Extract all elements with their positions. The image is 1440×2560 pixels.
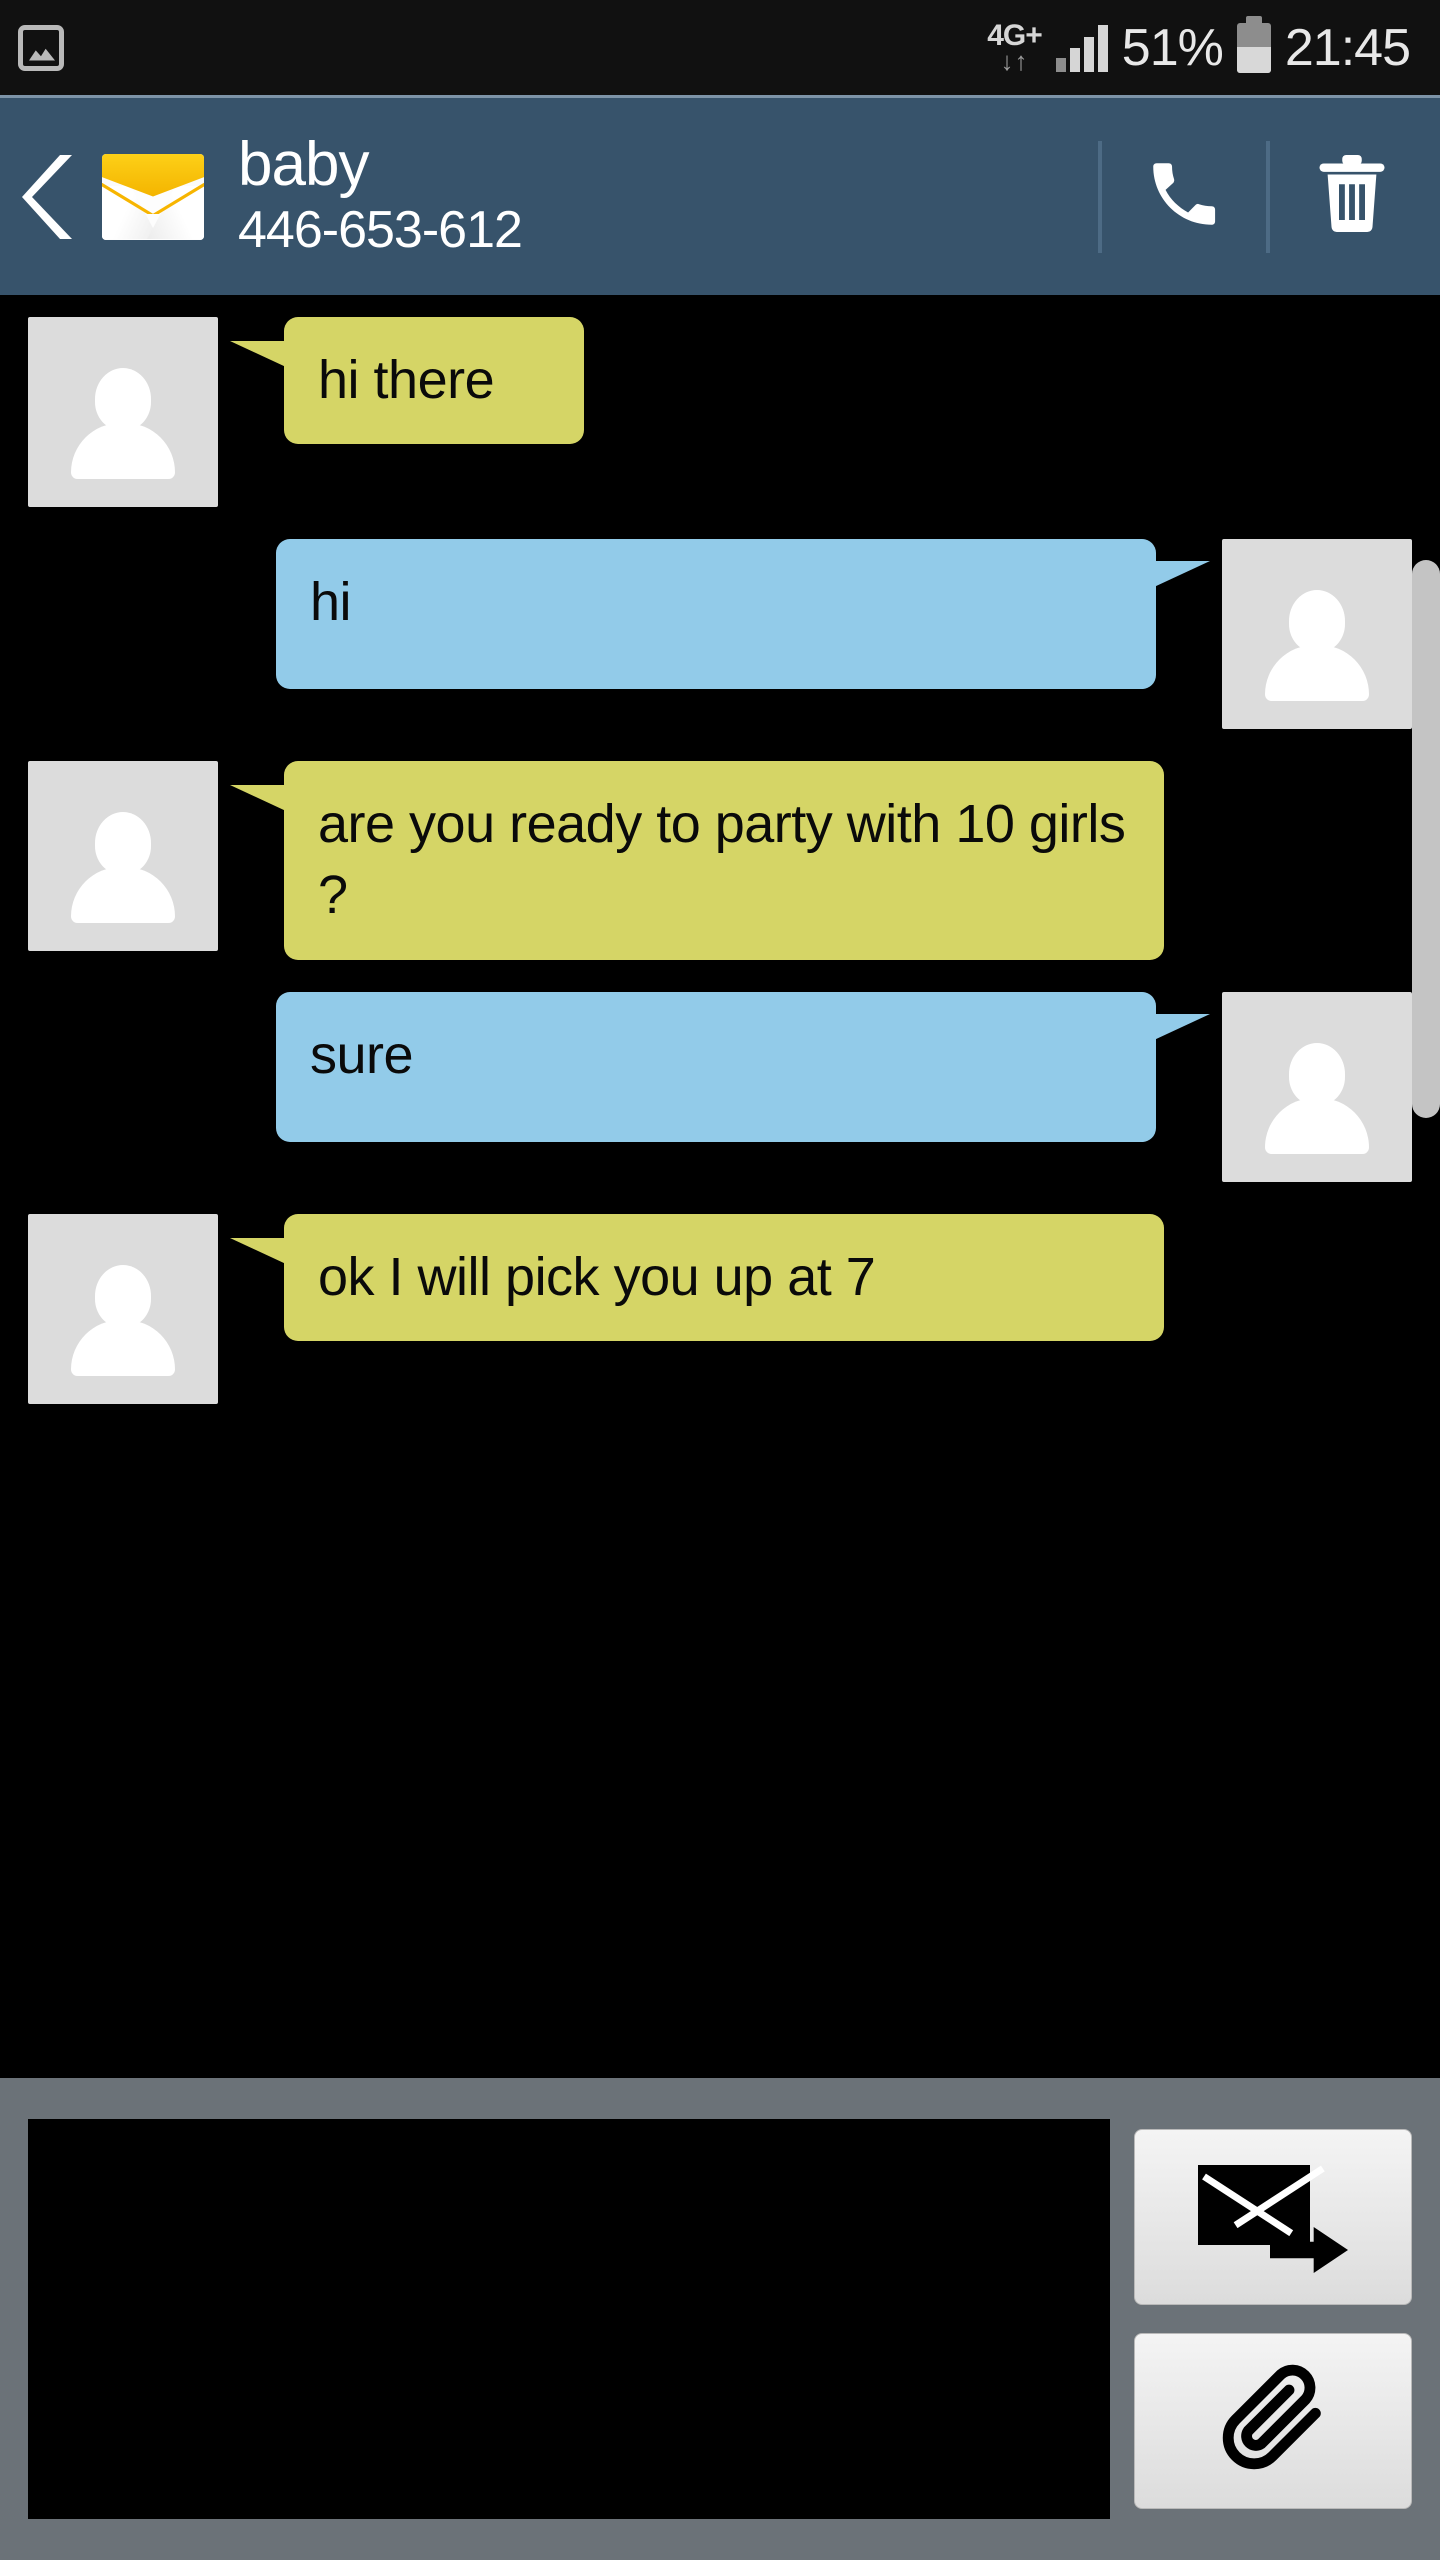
composer-buttons	[1134, 2129, 1412, 2509]
back-chevron-icon	[20, 151, 78, 243]
message-bubble[interactable]: ok I will pick you up at 7	[230, 1213, 1164, 1341]
delete-conversation-button[interactable]	[1304, 97, 1400, 297]
messaging-app-screen: 4G+ ↓↑ 51% 21:45 baby 446-653-612 hi the…	[0, 0, 1440, 2560]
data-transfer-arrows: ↓↑	[1000, 46, 1029, 76]
message-input[interactable]	[28, 2119, 1110, 2519]
header-title-block[interactable]: baby 446-653-612	[238, 130, 523, 261]
header-divider-1	[1098, 140, 1102, 253]
paperclip-icon	[1211, 2357, 1335, 2486]
signal-bars-icon	[1055, 24, 1108, 72]
user-avatar	[1222, 991, 1412, 1182]
battery-percent-label: 51%	[1121, 18, 1224, 77]
battery-icon	[1236, 15, 1271, 73]
message-bubble[interactable]: hi	[276, 539, 1210, 689]
composer-toolbar	[0, 2078, 1440, 2560]
conversation-header: baby 446-653-612	[0, 95, 1440, 295]
contact-name: baby	[238, 130, 369, 200]
photo-notification-icon	[18, 24, 64, 71]
message-row-incoming[interactable]: hi there	[0, 317, 1440, 507]
status-bar-right: 4G+ ↓↑ 51% 21:45	[987, 15, 1440, 78]
message-row-outgoing[interactable]: sure	[0, 991, 1440, 1182]
attach-button[interactable]	[1134, 2333, 1412, 2509]
contact-avatar	[28, 317, 218, 507]
contact-avatar	[28, 1213, 218, 1404]
network-indicator: 4G+ ↓↑	[987, 21, 1043, 76]
message-list-scrollbar[interactable]	[1412, 560, 1440, 1118]
contact-avatar	[28, 761, 218, 951]
message-list[interactable]: hi there hi are you ready to party with …	[0, 295, 1440, 2078]
header-actions	[1064, 97, 1440, 297]
message-bubble[interactable]: are you ready to party with 10 girls ?	[230, 761, 1164, 960]
back-button[interactable]	[0, 97, 80, 297]
message-row-outgoing[interactable]: hi	[0, 539, 1440, 729]
message-bubble[interactable]: sure	[276, 991, 1210, 1142]
send-message-icon	[1198, 2165, 1348, 2273]
send-button[interactable]	[1134, 2129, 1412, 2305]
envelope-icon	[102, 153, 204, 240]
header-divider-2	[1266, 140, 1270, 253]
clock-label: 21:45	[1284, 18, 1411, 77]
phone-icon	[1143, 153, 1225, 240]
call-button[interactable]	[1136, 97, 1232, 297]
contact-phone-number: 446-653-612	[238, 201, 523, 260]
message-row-incoming[interactable]: ok I will pick you up at 7	[0, 1213, 1440, 1404]
trash-icon	[1313, 151, 1391, 242]
message-row-incoming[interactable]: are you ready to party with 10 girls ?	[0, 761, 1440, 960]
message-bubble[interactable]: hi there	[230, 317, 584, 445]
status-bar: 4G+ ↓↑ 51% 21:45	[0, 0, 1440, 95]
user-avatar	[1222, 539, 1412, 729]
status-bar-left	[0, 24, 64, 71]
